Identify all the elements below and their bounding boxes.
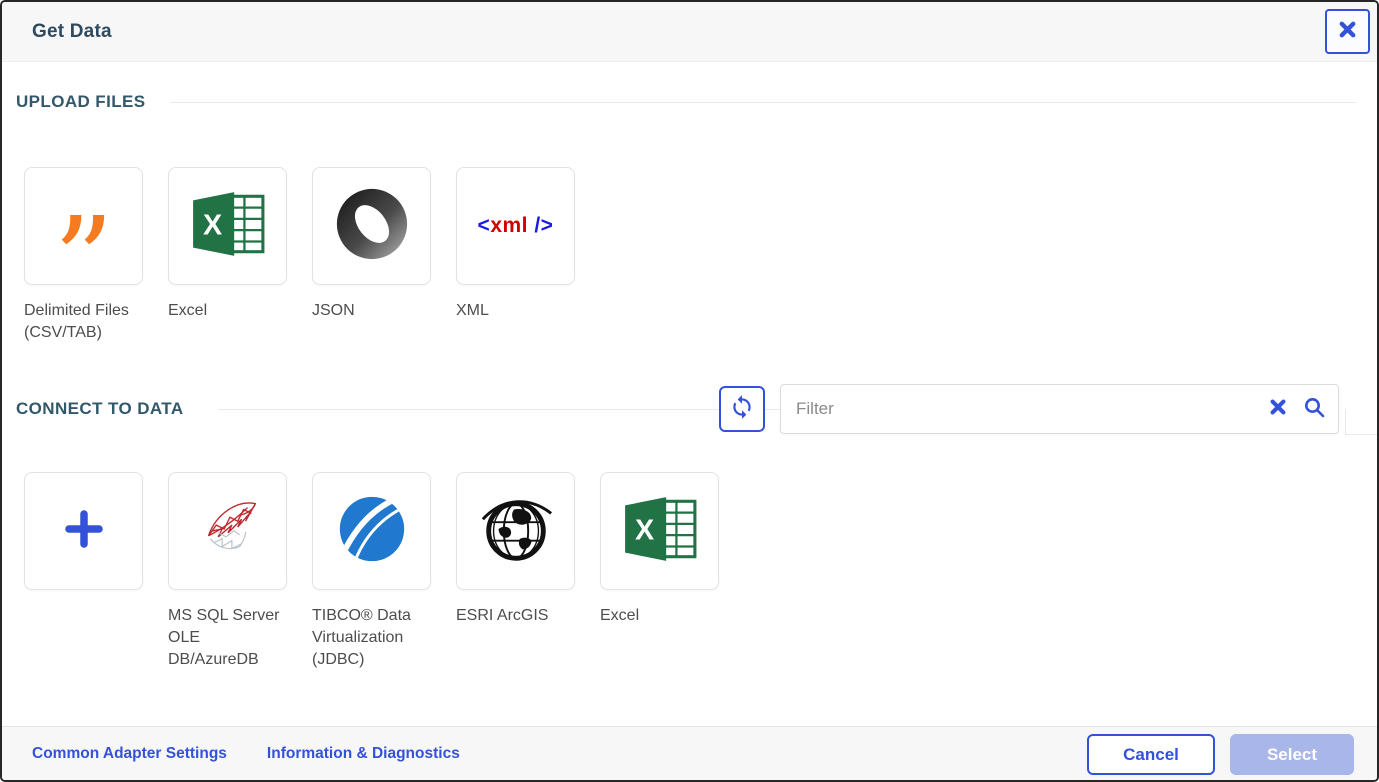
upload-section-divider	[170, 102, 1356, 103]
dialog-footer: Common Adapter Settings Information & Di…	[2, 726, 1377, 780]
tile-label: ESRI ArcGIS	[456, 605, 575, 627]
tile-label: MS SQL Server OLE DB/AzureDB	[168, 605, 287, 671]
connect-section-divider-segment	[765, 409, 780, 410]
search-icon	[1302, 395, 1326, 424]
divider-corner-vertical	[1345, 409, 1346, 435]
clear-icon	[1268, 397, 1288, 422]
get-data-dialog: Get Data UPLOAD FILES ” Delimited Files …	[0, 0, 1379, 782]
tile-label: TIBCO® Data Virtualization (JDBC)	[312, 605, 431, 671]
tibco-icon	[333, 490, 411, 573]
information-diagnostics-link[interactable]: Information & Diagnostics	[267, 745, 460, 763]
upload-files-section-title: UPLOAD FILES	[16, 92, 145, 112]
dialog-title: Get Data	[32, 2, 112, 61]
json-icon	[333, 185, 411, 268]
xml-icon: <xml />	[478, 214, 554, 238]
connect-tiles-row: MS SQL Server OLE DB/AzureDB TIBCO® Data…	[24, 472, 744, 671]
clear-filter-button[interactable]	[1260, 385, 1296, 433]
tile-group-delimited: ” Delimited Files (CSV/TAB)	[24, 167, 143, 344]
esri-globe-icon	[477, 490, 555, 573]
close-button[interactable]	[1325, 9, 1370, 54]
tile-delimited-files[interactable]: ”	[24, 167, 143, 285]
divider-corner-horizontal	[1345, 434, 1377, 435]
tile-group-xml: <xml /> XML	[456, 167, 575, 344]
connect-section-divider	[218, 409, 719, 410]
common-adapter-settings-link[interactable]: Common Adapter Settings	[32, 745, 227, 763]
tile-label: XML	[456, 300, 575, 322]
tile-excel-connect[interactable]: X	[600, 472, 719, 590]
tile-tibco-data-virtualization[interactable]	[312, 472, 431, 590]
upload-tiles-row: ” Delimited Files (CSV/TAB) X	[24, 167, 600, 344]
tile-group-excel-connect: X Excel	[600, 472, 719, 671]
tile-group-esri: ESRI ArcGIS	[456, 472, 575, 671]
tile-group-add-connection	[24, 472, 143, 671]
tile-esri-arcgis[interactable]	[456, 472, 575, 590]
select-button[interactable]: Select	[1230, 734, 1354, 775]
tile-label: Excel	[600, 605, 719, 627]
plus-icon	[60, 505, 108, 558]
tile-group-json: JSON	[312, 167, 431, 344]
excel-icon: X	[621, 493, 699, 570]
refresh-button[interactable]	[719, 386, 765, 432]
close-icon	[1337, 19, 1358, 45]
tile-label: Excel	[168, 300, 287, 322]
tile-group-sql-server: MS SQL Server OLE DB/AzureDB	[168, 472, 287, 671]
tile-sql-server[interactable]	[168, 472, 287, 590]
search-button[interactable]	[1296, 385, 1332, 433]
dialog-header: Get Data	[2, 2, 1377, 62]
footer-links: Common Adapter Settings Information & Di…	[32, 727, 460, 780]
refresh-icon	[729, 394, 755, 425]
tile-label: JSON	[312, 300, 431, 322]
connect-to-data-section-title: CONNECT TO DATA	[16, 399, 184, 419]
filter-input[interactable]	[781, 385, 1260, 433]
tile-json[interactable]	[312, 167, 431, 285]
svg-text:X: X	[635, 514, 654, 546]
sql-server-icon	[189, 490, 267, 573]
filter-container	[780, 384, 1339, 434]
tile-excel-upload[interactable]: X	[168, 167, 287, 285]
excel-icon: X	[189, 188, 267, 265]
tile-add-connection[interactable]	[24, 472, 143, 590]
tile-group-tibco-dv: TIBCO® Data Virtualization (JDBC)	[312, 472, 431, 671]
cancel-button[interactable]: Cancel	[1087, 734, 1215, 775]
tile-xml[interactable]: <xml />	[456, 167, 575, 285]
tile-group-excel-upload: X Excel	[168, 167, 287, 344]
svg-text:X: X	[203, 209, 222, 241]
